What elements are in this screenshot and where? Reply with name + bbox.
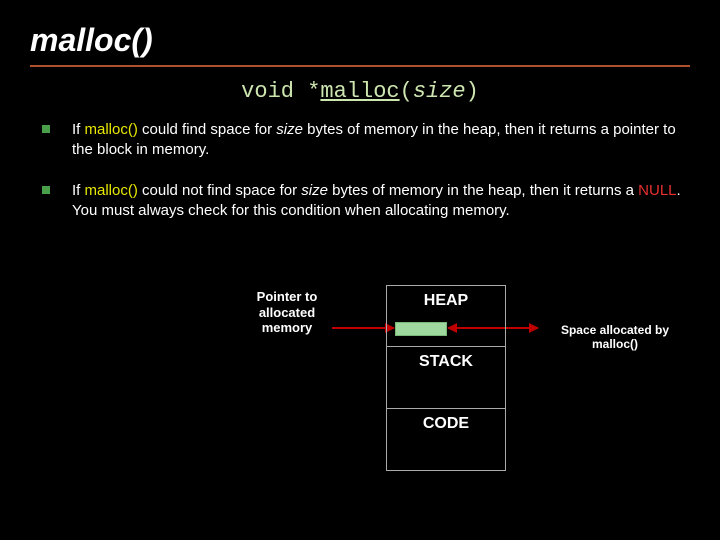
sig-close-paren: ) xyxy=(466,79,479,104)
space-allocated-label: Space allocated by malloc() xyxy=(540,323,690,352)
fn-ref: malloc() xyxy=(85,121,138,138)
bullet-item: If malloc() could not find space for siz… xyxy=(36,181,684,220)
sig-fn-name: malloc xyxy=(320,79,399,104)
memory-layout: HEAP STACK CODE xyxy=(386,285,506,471)
text: could find space for xyxy=(138,121,276,138)
memory-diagram: Pointer to allocated memory HEAP STACK C… xyxy=(0,285,720,525)
slide-title: malloc() xyxy=(30,22,690,59)
title-underline xyxy=(30,65,690,67)
text: Pointer to xyxy=(257,289,318,304)
text: could not find space for xyxy=(138,182,301,199)
sig-open-paren: ( xyxy=(400,79,413,104)
allocated-block xyxy=(395,322,447,336)
text: allocated xyxy=(259,305,315,320)
region-label: STACK xyxy=(419,353,473,371)
text: If xyxy=(72,121,85,138)
null-ref: NULL xyxy=(638,182,676,199)
stack-region: STACK xyxy=(386,347,506,409)
text: If xyxy=(72,182,85,199)
region-label: HEAP xyxy=(424,292,468,310)
sig-star: * xyxy=(307,79,320,104)
bullet-list: If malloc() could find space for size by… xyxy=(30,120,690,220)
function-signature: void *malloc(size) xyxy=(30,79,690,104)
text: malloc() xyxy=(592,337,638,351)
size-arg: size xyxy=(276,121,303,138)
fn-ref: malloc() xyxy=(85,182,138,199)
sig-arg: size xyxy=(413,79,466,104)
sig-return-type: void xyxy=(241,79,294,104)
arrow-icon xyxy=(332,327,394,329)
code-region: CODE xyxy=(386,409,506,471)
pointer-label: Pointer to allocated memory xyxy=(232,289,342,336)
heap-region: HEAP xyxy=(386,285,506,347)
text: Space allocated by xyxy=(561,323,669,337)
region-label: CODE xyxy=(423,415,469,433)
text: memory xyxy=(262,320,313,335)
text: bytes of memory in the heap, then it ret… xyxy=(328,182,638,199)
bullet-item: If malloc() could find space for size by… xyxy=(36,120,684,159)
size-arg: size xyxy=(301,182,328,199)
